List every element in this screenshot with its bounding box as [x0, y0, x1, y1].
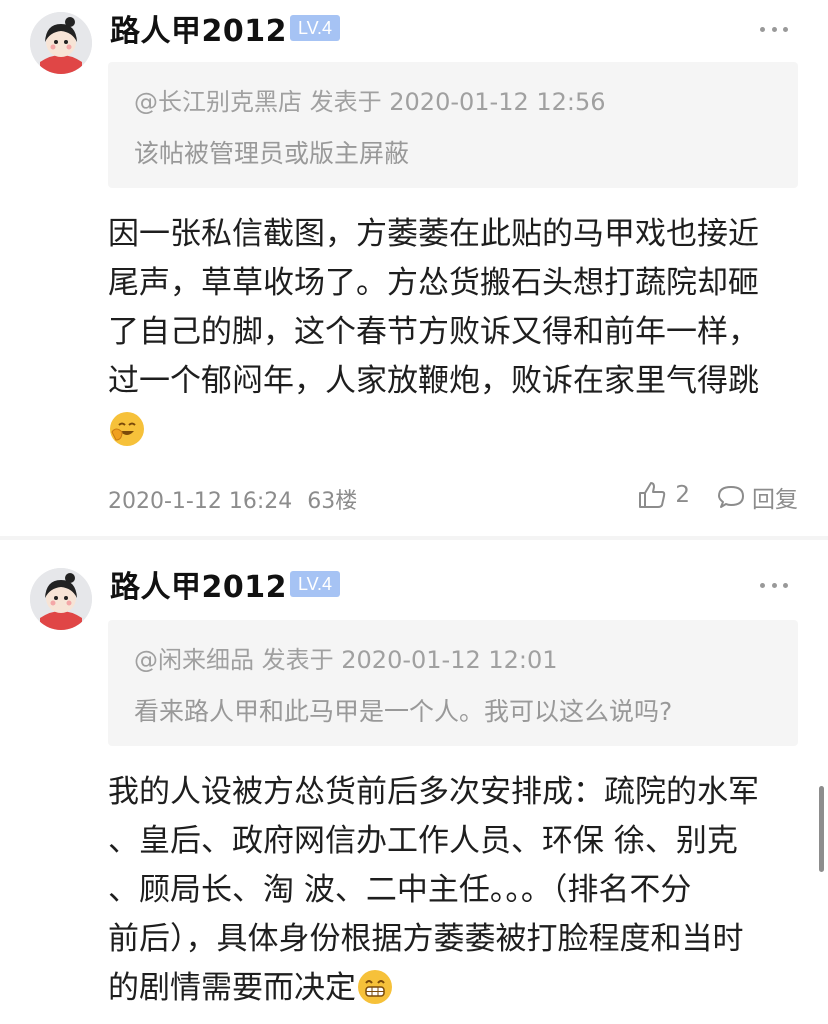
post-timestamp: 2020-1-12 16:24: [108, 489, 293, 514]
quote-meta: @长江别克黑店 发表于 2020-01-12 12:56: [134, 88, 606, 116]
more-options-icon[interactable]: [760, 26, 788, 32]
quote-body: 看来路人甲和此马甲是一个人。我可以这么说吗?: [134, 697, 673, 726]
username[interactable]: 路人甲2012: [110, 562, 287, 606]
quoted-post[interactable]: @闲来细品 发表于 2020-01-12 12:01 看来路人甲和此马甲是一个人…: [108, 620, 798, 746]
avatar[interactable]: [30, 12, 92, 74]
content-line: 过一个郁闷年，人家放鞭炮，败诉在家里气得跳: [108, 363, 759, 399]
username[interactable]: 路人甲2012: [110, 6, 287, 50]
grin-hand-emoji-icon: [110, 412, 144, 446]
comment-bubble-icon: [718, 486, 744, 508]
post-63: 路人甲2012 LV.4 @长江别克黑店 发表于 2020-01-12 12:5…: [0, 0, 828, 540]
content-line: 了自己的脚，这个春节方败诉又得和前年一样，: [108, 314, 759, 350]
floor-number: 63楼: [307, 489, 358, 514]
level-badge: LV.4: [290, 15, 341, 41]
content-line: 、皇后、政府网信办工作人员、环保 徐、别克: [108, 823, 738, 859]
post-footer: 2020-1-12 16:24 63楼 2 回复: [108, 480, 798, 514]
quote-meta: @闲来细品 发表于 2020-01-12 12:01: [134, 646, 558, 674]
content-line: 尾声，草草收场了。方怂货搬石头想打蔬院却砸: [108, 265, 759, 301]
scrollbar[interactable]: [819, 786, 824, 872]
content-line: 因一张私信截图，方萎萎在此贴的马甲戏也接近: [108, 216, 759, 252]
content-line: 的剧情需要而决定: [108, 970, 356, 1006]
quoted-post[interactable]: @长江别克黑店 发表于 2020-01-12 12:56 该帖被管理员或版主屏蔽: [108, 62, 798, 188]
more-options-icon[interactable]: [760, 582, 788, 588]
reply-label: 回复: [752, 487, 798, 513]
post-meta: 2020-1-12 16:24 63楼: [108, 483, 357, 515]
like-button[interactable]: 2: [637, 480, 690, 510]
thumbs-up-icon: [639, 482, 666, 508]
post-content: 因一张私信截图，方萎萎在此贴的马甲戏也接近 尾声，草草收场了。方怂货搬石头想打蔬…: [108, 210, 798, 455]
like-count: 2: [675, 482, 690, 508]
content-line: 前后），具体身份根据方萎萎被打脸程度和当时: [108, 921, 744, 957]
avatar[interactable]: [30, 568, 92, 630]
post-64: 路人甲2012 LV.4 @闲来细品 发表于 2020-01-12 12:01 …: [0, 540, 828, 1024]
quote-body: 该帖被管理员或版主屏蔽: [134, 139, 410, 168]
content-line: 、顾局长、淘 波、二中主任。。。（排名不分: [108, 872, 692, 908]
reply-button[interactable]: 回复: [716, 480, 798, 514]
content-line: 我的人设被方怂货前后多次安排成：疏院的水军: [108, 774, 759, 810]
post-content: 我的人设被方怂货前后多次安排成：疏院的水军 、皇后、政府网信办工作人员、环保 徐…: [108, 768, 798, 1013]
level-badge: LV.4: [290, 571, 341, 597]
grin-emoji-icon: [358, 970, 392, 1004]
